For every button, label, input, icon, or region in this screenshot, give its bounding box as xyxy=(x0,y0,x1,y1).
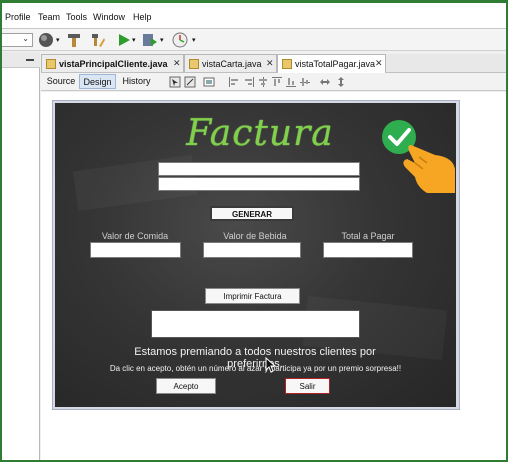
dropdown-arrow-icon[interactable]: ▾ xyxy=(160,36,164,44)
center-vertically-icon[interactable] xyxy=(299,76,311,88)
close-icon[interactable]: ✕ xyxy=(173,58,181,69)
close-icon[interactable]: ✕ xyxy=(266,58,274,69)
align-bottom-icon[interactable] xyxy=(285,76,297,88)
close-icon[interactable]: ✕ xyxy=(375,58,383,69)
tab-label: vistaCarta.java xyxy=(202,59,262,69)
tab-label: vistaTotalPagar.java xyxy=(295,59,376,69)
preview-design-icon[interactable] xyxy=(203,76,215,88)
tab-label: vistaPrincipalCliente.java xyxy=(59,59,168,69)
editor-tab-bar: vistaPrincipalCliente.java ✕ vistaCarta.… xyxy=(41,54,506,73)
tab-vista-principal-cliente[interactable]: vistaPrincipalCliente.java ✕ xyxy=(41,54,184,72)
align-left-icon[interactable] xyxy=(228,76,240,88)
center-horizontally-icon[interactable] xyxy=(257,76,269,88)
connection-mode-icon[interactable] xyxy=(184,76,196,88)
selection-mode-icon[interactable] xyxy=(169,76,181,88)
drink-value-field[interactable] xyxy=(203,242,301,258)
check-hand-icon xyxy=(382,120,455,193)
dropdown-arrow-icon[interactable]: ▾ xyxy=(56,36,60,44)
invoice-output-area[interactable] xyxy=(151,310,360,338)
tab-vista-carta[interactable]: vistaCarta.java ✕ xyxy=(184,54,277,72)
align-top-icon[interactable] xyxy=(271,76,283,88)
promo-message-2: Da clic en acepto, obtén un número al az… xyxy=(109,364,402,373)
tab-design[interactable]: Design xyxy=(79,74,116,89)
accept-button[interactable]: Acepto xyxy=(156,378,216,394)
menu-tools[interactable]: Tools xyxy=(66,12,87,22)
clean-build-icon[interactable] xyxy=(90,32,106,48)
tab-source[interactable]: Source xyxy=(44,74,78,89)
profile-icon[interactable] xyxy=(172,32,188,48)
toolbar: ⌄ ▾ ▾ ▾ ▾ xyxy=(0,29,506,51)
menu-window[interactable]: Window xyxy=(93,12,125,22)
editor-view-bar: Source Design History xyxy=(41,73,506,91)
print-invoice-button[interactable]: Imprimir Factura xyxy=(205,288,300,304)
exit-button[interactable]: Salir xyxy=(285,378,330,394)
generate-button[interactable]: GENERAR xyxy=(210,206,294,221)
total-label: Total a Pagar xyxy=(341,231,395,241)
dropdown-arrow-icon[interactable]: ▾ xyxy=(132,36,136,44)
resize-horizontal-icon[interactable] xyxy=(319,76,331,88)
java-form-file-icon xyxy=(46,59,56,69)
minimize-icon[interactable] xyxy=(26,59,34,61)
tab-vista-total-pagar[interactable]: vistaTotalPagar.java ✕ xyxy=(277,54,386,73)
menu-bar: Profile Team Tools Window Help xyxy=(0,3,506,29)
configuration-combo[interactable]: ⌄ xyxy=(0,33,33,47)
chalkboard-panel: Factura GENERAR Valor de Comida Valor de… xyxy=(55,103,456,407)
menu-team[interactable]: Team xyxy=(38,12,60,22)
run-icon[interactable] xyxy=(116,32,132,48)
left-panel xyxy=(0,52,40,462)
menu-help[interactable]: Help xyxy=(133,12,152,22)
globe-icon[interactable] xyxy=(38,32,54,48)
drink-value-label: Valor de Bebida xyxy=(223,231,287,241)
total-field[interactable] xyxy=(323,242,413,258)
debug-icon[interactable] xyxy=(142,32,158,48)
mouse-cursor-icon xyxy=(265,357,277,373)
customer-name-field[interactable] xyxy=(158,162,360,176)
java-form-file-icon xyxy=(189,59,199,69)
food-value-label: Valor de Comida xyxy=(101,231,169,241)
align-right-icon[interactable] xyxy=(243,76,255,88)
hammer-icon[interactable] xyxy=(66,32,82,48)
food-value-field[interactable] xyxy=(90,242,181,258)
invoice-number-field[interactable] xyxy=(158,177,360,191)
chevron-down-icon: ⌄ xyxy=(22,34,29,43)
menu-profile[interactable]: Profile xyxy=(5,12,31,22)
tab-history[interactable]: History xyxy=(118,74,155,89)
resize-vertical-icon[interactable] xyxy=(335,76,347,88)
left-panel-header xyxy=(0,52,40,68)
invoice-title: Factura xyxy=(186,113,334,154)
java-form-file-icon xyxy=(282,59,292,69)
dropdown-arrow-icon[interactable]: ▾ xyxy=(192,36,196,44)
